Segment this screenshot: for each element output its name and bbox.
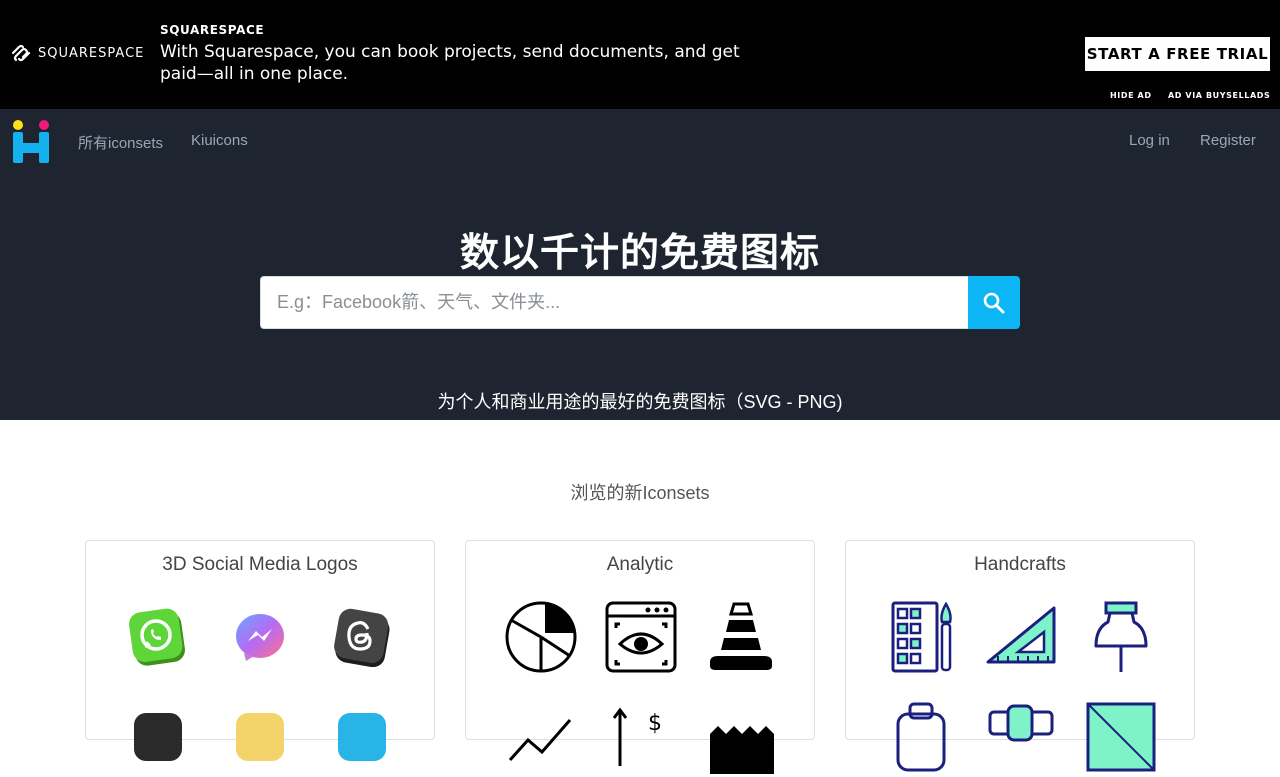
login-link[interactable]: Log in	[1129, 132, 1170, 149]
iconset-card-handcrafts[interactable]: Handcrafts	[845, 540, 1195, 772]
hero: 所有iconsets Kiuicons Log in Register 数以千计…	[0, 109, 1280, 420]
measuring-tape-icon[interactable]	[981, 697, 1061, 777]
ad-copy[interactable]: With Squarespace, you can book projects,…	[160, 41, 760, 85]
ranking-icon[interactable]	[701, 697, 781, 777]
card-title: Analytic	[606, 554, 674, 575]
yellow-3d-icon[interactable]	[220, 697, 300, 777]
hero-title: 数以千计的免费图标	[459, 232, 820, 275]
blue-3d-icon[interactable]	[322, 697, 402, 777]
dollar-growth-icon[interactable]: $	[601, 697, 681, 777]
nav-kiuicons[interactable]: Kiuicons	[191, 132, 248, 149]
hero-subtitle: 为个人和商业用途的最好的免费图标（SVG - PNG)	[437, 392, 843, 412]
card-title: 3D Social Media Logos	[162, 554, 358, 575]
ad-brand: SQUARESPACE	[160, 23, 265, 37]
search-button[interactable]	[968, 276, 1020, 329]
iconset-card-3d-social[interactable]: 3D Social Media Logos	[85, 540, 435, 761]
card-title: Handcrafts	[974, 554, 1066, 575]
pie-chart-icon[interactable]	[501, 597, 581, 677]
cutting-mat-icon[interactable]	[1081, 697, 1161, 777]
search-bar	[260, 276, 1020, 329]
register-link[interactable]: Register	[1200, 132, 1256, 149]
push-pin-icon[interactable]	[1081, 597, 1161, 677]
messenger-3d-icon[interactable]	[220, 597, 300, 677]
squarespace-wordmark: SQUARESPACE	[38, 45, 145, 61]
nav-all-iconsets[interactable]: 所有iconsets	[78, 132, 163, 153]
ad-via-buysellads-link[interactable]: AD VIA BUYSELLADS	[1168, 91, 1270, 100]
iconset-card-analytic[interactable]: Analytic $	[465, 540, 815, 774]
hide-ad-link[interactable]: HIDE AD	[1110, 91, 1152, 100]
palette-icon[interactable]	[881, 597, 961, 677]
bag-icon[interactable]	[881, 697, 961, 777]
pyramid-icon[interactable]	[701, 597, 781, 677]
squarespace-logo[interactable]: SQUARESPACE	[10, 44, 144, 62]
threads-3d-icon[interactable]	[322, 597, 402, 677]
set-square-icon[interactable]	[981, 597, 1061, 677]
line-graph-icon[interactable]	[501, 697, 581, 777]
dark-3d-icon[interactable]	[118, 697, 198, 777]
search-input[interactable]	[260, 276, 968, 329]
section-title: 浏览的新Iconsets	[570, 483, 710, 503]
ad-banner: SQUARESPACE SQUARESPACE With Squarespace…	[0, 0, 1280, 109]
web-view-eye-icon[interactable]	[601, 597, 681, 677]
search-icon	[983, 292, 1005, 313]
start-free-trial-button[interactable]: START A FREE TRIAL	[1085, 37, 1270, 71]
svg-text:$: $	[648, 711, 662, 736]
squarespace-logo-icon	[11, 44, 31, 62]
whatsapp-3d-icon[interactable]	[118, 597, 198, 677]
iconsets-logo-icon[interactable]	[12, 119, 52, 163]
